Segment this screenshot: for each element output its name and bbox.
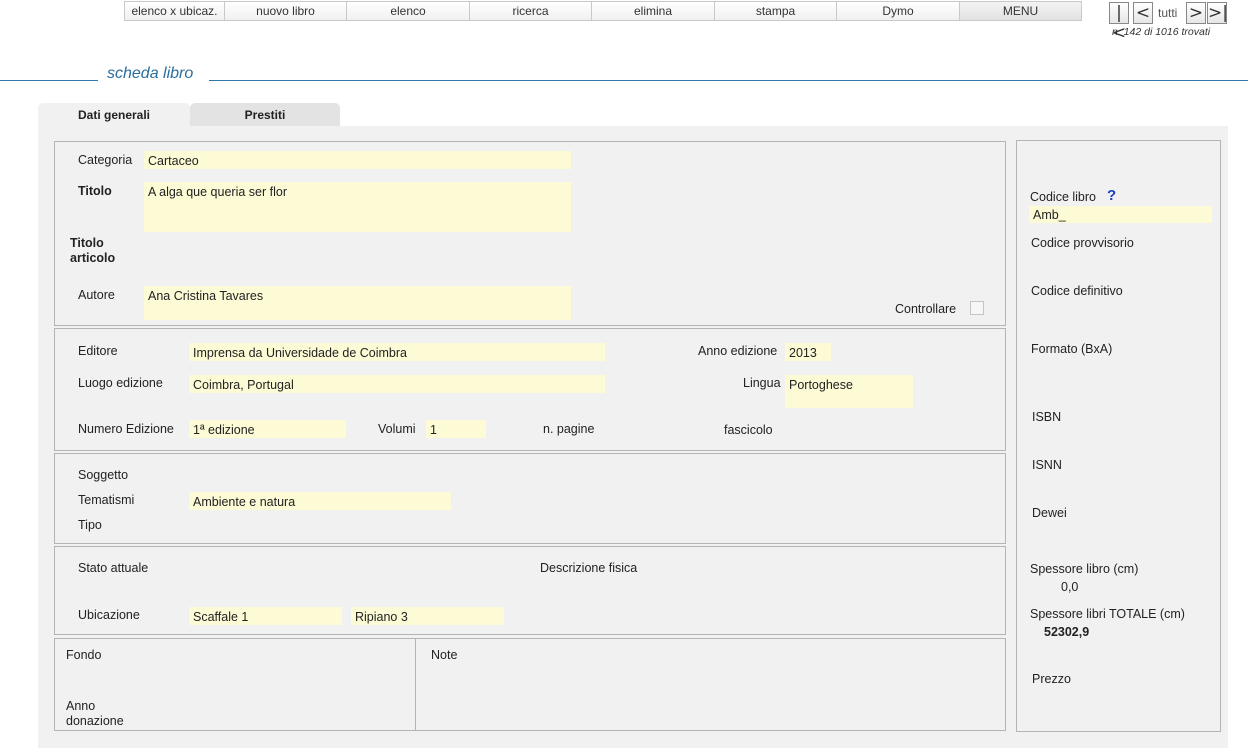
prezzo-label: Prezzo: [1032, 672, 1071, 686]
spessore-libro-label: Spessore libro (cm): [1030, 562, 1139, 576]
tematismi-field[interactable]: Ambiente e natura: [189, 492, 451, 510]
all-records-link[interactable]: tutti: [1158, 6, 1177, 20]
titolo-field[interactable]: A alga que queria ser flor: [144, 182, 571, 232]
fascicolo-label: fascicolo: [724, 423, 773, 437]
editore-field[interactable]: Imprensa da Universidade de Coimbra: [189, 343, 605, 361]
bottom-section: [54, 638, 1006, 731]
spessore-totale-label: Spessore libri TOTALE (cm): [1030, 607, 1185, 621]
header-rule-right: [209, 80, 1248, 81]
top-toolbar: elenco x ubicaz. nuovo libro elenco rice…: [124, 1, 1082, 21]
codes-panel: [1016, 140, 1221, 732]
tipo-label: Tipo: [78, 518, 102, 532]
categoria-label: Categoria: [78, 153, 133, 167]
first-record-button[interactable]: |<: [1109, 2, 1129, 43]
dymo-button[interactable]: Dymo: [837, 1, 960, 21]
isnn-label: ISNN: [1032, 458, 1062, 472]
dewei-label: Dewei: [1032, 506, 1067, 520]
luogo-edizione-label: Luogo edizione: [78, 376, 163, 390]
pagine-label: n. pagine: [543, 422, 595, 436]
autore-field[interactable]: Ana Cristina Tavares: [144, 286, 571, 320]
help-icon[interactable]: ?: [1107, 187, 1116, 204]
categoria-field[interactable]: Cartaceo: [144, 151, 571, 169]
tab-prestiti[interactable]: Prestiti: [190, 103, 340, 127]
tab-dati-generali[interactable]: Dati generali: [38, 103, 190, 127]
header-rule-left: [0, 80, 98, 81]
titolo-articolo-label-line2: articolo: [70, 251, 116, 265]
codice-libro-field[interactable]: Amb_: [1029, 206, 1212, 223]
descrizione-fisica-label: Descrizione fisica: [540, 561, 638, 575]
next-record-button[interactable]: >: [1186, 2, 1206, 24]
nuovo-libro-button[interactable]: nuovo libro: [225, 1, 347, 21]
codice-libro-label: Codice libro: [1030, 190, 1097, 204]
lingua-field[interactable]: Portoghese: [785, 375, 913, 408]
anno-edizione-field[interactable]: 2013: [785, 343, 831, 361]
soggetto-label: Soggetto: [78, 468, 129, 482]
menu-button[interactable]: MENU: [960, 1, 1082, 21]
last-record-button[interactable]: >|: [1207, 2, 1228, 24]
titolo-articolo-label-line1: Titolo: [70, 236, 104, 250]
spessore-libro-value: 0,0: [1061, 580, 1079, 594]
prev-record-button[interactable]: <: [1133, 2, 1153, 24]
ripiano-field[interactable]: Ripiano 3: [351, 607, 504, 625]
page-title: scheda libro: [107, 65, 194, 82]
tematismi-label: Tematismi: [78, 493, 135, 507]
volumi-label: Volumi: [378, 422, 416, 436]
spessore-totale-value: 52302,9: [1044, 625, 1090, 639]
record-counter: n. 142 di 1016 trovati: [1112, 26, 1211, 38]
note-label: Note: [431, 648, 458, 662]
numero-edizione-field[interactable]: 1ª edizione: [189, 420, 346, 438]
elimina-button[interactable]: elimina: [592, 1, 715, 21]
luogo-edizione-field[interactable]: Coimbra, Portugal: [189, 375, 605, 393]
autore-label: Autore: [78, 288, 115, 302]
anno-donazione-label-line1: Anno: [66, 699, 96, 713]
volumi-field[interactable]: 1: [426, 420, 486, 438]
controllare-checkbox[interactable]: [970, 301, 984, 315]
stato-attuale-label: Stato attuale: [78, 561, 149, 575]
editore-label: Editore: [78, 344, 118, 358]
bottom-divider: [415, 639, 416, 730]
formato-label: Formato (BxA): [1031, 342, 1113, 356]
elenco-button[interactable]: elenco: [347, 1, 470, 21]
codice-provvisorio-label: Codice provvisorio: [1031, 236, 1134, 250]
controllare-label: Controllare: [895, 302, 957, 316]
titolo-label: Titolo: [78, 184, 112, 198]
stampa-button[interactable]: stampa: [715, 1, 837, 21]
ricerca-button[interactable]: ricerca: [470, 1, 592, 21]
fondo-label: Fondo: [66, 648, 102, 662]
ubicazione-label: Ubicazione: [78, 608, 140, 622]
anno-edizione-label: Anno edizione: [698, 344, 778, 358]
elenco-ubicazione-button[interactable]: elenco x ubicaz.: [124, 1, 225, 21]
numero-edizione-label: Numero Edizione: [78, 422, 174, 436]
scaffale-field[interactable]: Scaffale 1: [189, 607, 342, 625]
lingua-label: Lingua: [743, 376, 781, 390]
isbn-label: ISBN: [1032, 410, 1062, 424]
anno-donazione-label-line2: donazione: [66, 714, 124, 728]
codice-definitivo-label: Codice definitivo: [1031, 284, 1123, 298]
